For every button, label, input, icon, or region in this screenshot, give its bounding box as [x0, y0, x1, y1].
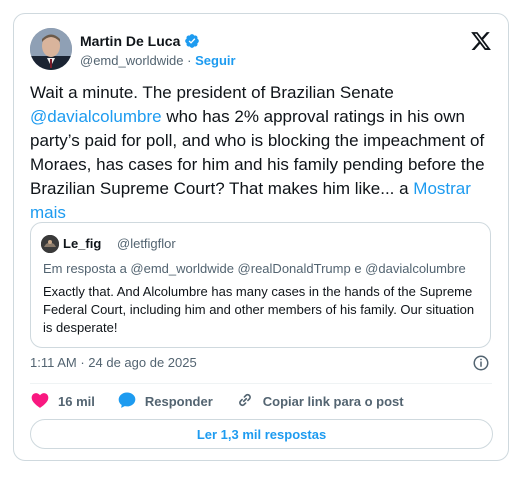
reply-label: Responder	[144, 394, 213, 409]
author-name-text[interactable]: Martin De Luca	[80, 33, 180, 49]
link-icon	[235, 390, 255, 413]
author-name[interactable]: Martin De Luca	[80, 33, 200, 49]
divider	[30, 383, 492, 384]
verified-badge-icon	[184, 33, 200, 49]
quoted-author-avatar[interactable]	[41, 235, 59, 253]
info-icon[interactable]	[472, 354, 490, 372]
quoted-text: Exactly that. And Alcolumbre has many ca…	[43, 284, 475, 335]
like-button[interactable]: 16 mil	[30, 390, 95, 413]
post-timestamp[interactable]: 1:11 AM · 24 de ago de 2025	[30, 355, 197, 370]
author-handle-row: @emd_worldwide · Seguir	[80, 53, 236, 68]
reply-button[interactable]: Responder	[117, 390, 213, 413]
mention-link[interactable]: @davialcolumbre	[30, 107, 162, 126]
read-replies-button[interactable]: Ler 1,3 mil respostas	[30, 419, 493, 449]
read-replies-label: Ler 1,3 mil respostas	[196, 426, 327, 442]
x-logo-icon[interactable]	[470, 30, 492, 52]
follow-button[interactable]: Seguir	[195, 53, 235, 68]
reply-bubble-icon	[117, 390, 137, 413]
tweet-text: Wait a minute. The president of Brazilia…	[30, 81, 500, 225]
copy-link-label: Copiar link para o post	[262, 394, 404, 409]
heart-icon	[30, 390, 50, 413]
quoted-reply-context: Em resposta a @emd_worldwide @realDonald…	[43, 261, 466, 276]
copy-link-button[interactable]: Copiar link para o post	[235, 390, 404, 413]
tweet-text-part: Wait a minute. The president of Brazilia…	[30, 83, 394, 102]
separator-dot: ·	[187, 53, 192, 68]
tweet-card: Martin De Luca @emd_worldwide · Seguir W…	[13, 13, 509, 461]
quoted-author-name[interactable]: Le_fig	[63, 236, 101, 251]
action-bar: 16 mil Responder Copiar link para o post	[30, 390, 426, 413]
author-avatar[interactable]	[30, 28, 72, 70]
like-count: 16 mil	[58, 394, 95, 409]
quoted-tweet[interactable]: Le_fig @letfigflor Em resposta a @emd_wo…	[30, 222, 491, 348]
quoted-author-handle[interactable]: @letfigflor	[117, 236, 176, 251]
author-handle[interactable]: @emd_worldwide	[80, 53, 184, 68]
